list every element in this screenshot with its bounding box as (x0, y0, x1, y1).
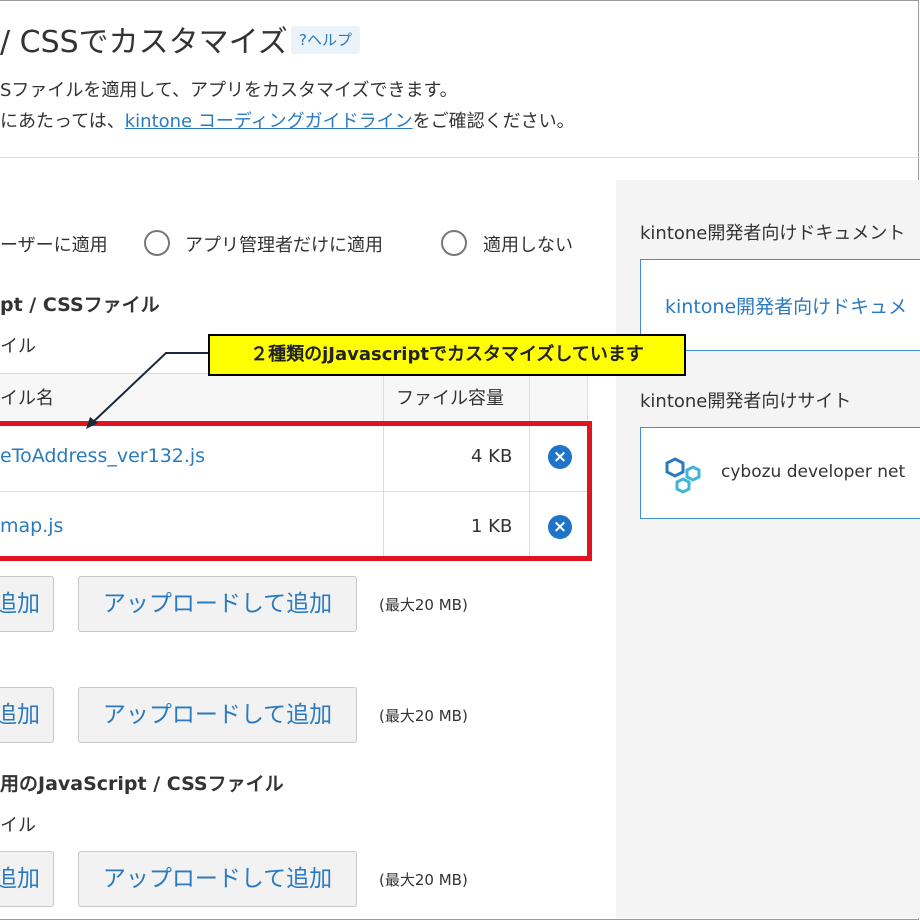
cybozu-developer-text: cybozu developer net (721, 462, 906, 482)
docs-link[interactable]: kintone開発者向けドキュメ (665, 292, 907, 319)
sidebar-site-title: kintone開発者向けサイト (640, 391, 852, 412)
pc-section-title: pt / CSSファイル (0, 294, 160, 316)
header-divider (0, 157, 920, 158)
add-button-1[interactable]: 追加 (0, 576, 54, 632)
description-line-2: にあたっては、kintone コーディングガイドラインをご確認ください。 (0, 107, 575, 133)
radio-label-app-admins[interactable]: アプリ管理者だけに適用 (185, 231, 383, 257)
page-title: / CSSでカスタマイズ (0, 25, 288, 60)
add-button-3[interactable]: 追加 (0, 851, 54, 907)
upload-button-2[interactable]: アップロードして追加 (78, 687, 357, 743)
radio-app-admins[interactable] (144, 230, 170, 256)
description-prefix: にあたっては、 (0, 111, 125, 132)
description-suffix: をご確認ください。 (412, 111, 575, 132)
pc-section-subtitle: イル (0, 336, 36, 357)
column-header-size: ファイル容量 (396, 388, 504, 409)
radio-label-all-users[interactable]: ーザーに適用 (0, 231, 108, 257)
sidebar-docs-title: kintone開発者向けドキュメント (640, 223, 906, 244)
help-button[interactable]: ?ヘルプ (291, 26, 360, 54)
max-size-note-1: (最大20 MB) (379, 596, 468, 614)
upload-button-3[interactable]: アップロードして追加 (78, 851, 357, 907)
radio-label-disable[interactable]: 適用しない (483, 231, 573, 257)
site-link-box[interactable]: cybozu developer net (640, 427, 920, 519)
mobile-section-title: 用のJavaScript / CSSファイル (0, 773, 284, 795)
max-size-note-2: (最大20 MB) (379, 707, 468, 725)
highlight-box (0, 421, 592, 561)
radio-disable[interactable] (441, 230, 467, 256)
upload-button-1[interactable]: アップロードして追加 (78, 576, 357, 632)
callout-arrow (86, 352, 208, 429)
column-header-name: イル名 (0, 388, 54, 409)
coding-guideline-link[interactable]: kintone コーディングガイドライン (125, 111, 413, 132)
mobile-section-subtitle: イル (0, 815, 36, 836)
callout-note: ２種類のjJavascriptでカスタマイズしています (208, 334, 686, 376)
description-line-1: Sファイルを適用して、アプリをカスタマイズできます。 (0, 80, 458, 101)
max-size-note-3: (最大20 MB) (379, 871, 468, 889)
cybozu-logo-icon (665, 457, 701, 494)
add-button-2[interactable]: 追加 (0, 687, 54, 743)
